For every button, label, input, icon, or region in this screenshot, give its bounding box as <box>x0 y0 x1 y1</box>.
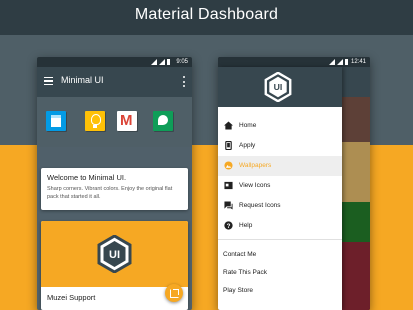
wifi-icon <box>151 59 157 65</box>
app-toolbar: Minimal UI <box>37 67 192 97</box>
overflow-menu-icon[interactable] <box>183 76 186 87</box>
nav-item-help[interactable]: ? Help <box>218 216 342 236</box>
right-phone-screen: 12:41 UI Home Apply Wallpapers View Icon… <box>218 57 370 310</box>
status-icons <box>151 59 170 65</box>
logo-text: UI <box>109 249 120 261</box>
status-bar: 9:05 <box>37 57 192 67</box>
home-icon <box>224 121 233 130</box>
drawer-divider <box>218 239 342 240</box>
rate-pack-link[interactable]: Rate This Pack <box>223 269 267 276</box>
logo-text: UI <box>274 82 283 92</box>
welcome-body: Sharp corners. Vibrant colors. Enjoy the… <box>47 186 173 200</box>
lightbulb-app-icon[interactable] <box>85 111 105 131</box>
open-external-fab-icon[interactable] <box>165 284 183 302</box>
nav-item-label: View Icons <box>239 182 271 189</box>
apply-icon <box>225 141 232 150</box>
nav-item-view-icons[interactable]: View Icons <box>218 176 342 196</box>
nav-item-home[interactable]: Home <box>218 116 342 136</box>
drawer-header: UI <box>218 67 342 107</box>
nav-item-label: Help <box>239 222 253 229</box>
hangouts-app-icon[interactable] <box>153 111 173 131</box>
nav-item-request-icons[interactable]: Request Icons <box>218 196 342 216</box>
status-time: 12:41 <box>350 59 366 65</box>
page-headline: Material Dashboard <box>134 6 279 23</box>
wallpaper-preview-background <box>342 67 370 310</box>
nav-item-label: Apply <box>239 142 256 149</box>
play-store-link[interactable]: Play Store <box>223 287 253 294</box>
view-icons-icon <box>224 181 233 190</box>
muzei-card-header: UI <box>41 221 188 287</box>
hamburger-menu-icon[interactable] <box>44 77 53 85</box>
gmail-app-icon[interactable]: M <box>117 111 137 131</box>
signal-icon <box>159 59 165 65</box>
muzei-card[interactable]: UI Muzei Support <box>41 221 188 310</box>
status-bar: 12:41 <box>218 57 370 67</box>
welcome-title: Welcome to Minimal UI. <box>47 173 127 182</box>
wallpapers-icon <box>224 161 233 170</box>
nav-item-label: Home <box>239 122 257 129</box>
notes-app-icon[interactable] <box>46 111 66 131</box>
status-time: 9:05 <box>176 59 188 65</box>
svg-text:?: ? <box>227 223 231 230</box>
minimal-ui-logo: UI <box>97 235 132 273</box>
request-icons-icon <box>224 201 233 210</box>
welcome-card: Welcome to Minimal UI. Sharp corners. Vi… <box>41 168 188 210</box>
nav-item-label: Request Icons <box>239 202 281 209</box>
minimal-ui-logo: UI <box>264 72 292 102</box>
contact-me-link[interactable]: Contact Me <box>223 251 256 258</box>
status-icons <box>329 59 348 65</box>
help-icon: ? <box>224 221 233 230</box>
nav-item-label: Wallpapers <box>239 162 272 169</box>
navigation-drawer: UI Home Apply Wallpapers View Icons Requ… <box>218 67 342 310</box>
signal-icon <box>337 59 343 65</box>
nav-item-apply[interactable]: Apply <box>218 136 342 156</box>
battery-icon <box>167 59 170 65</box>
muzei-label: Muzei Support <box>47 293 96 302</box>
app-toolbar <box>342 67 370 97</box>
battery-icon <box>345 59 348 65</box>
left-phone-screen: 9:05 Minimal UI M Welcome to Minimal UI.… <box>37 57 192 310</box>
icon-preview-strip: M <box>37 97 192 147</box>
app-title: Minimal UI <box>61 75 104 85</box>
nav-item-wallpapers[interactable]: Wallpapers <box>218 156 342 176</box>
wifi-icon <box>329 59 335 65</box>
